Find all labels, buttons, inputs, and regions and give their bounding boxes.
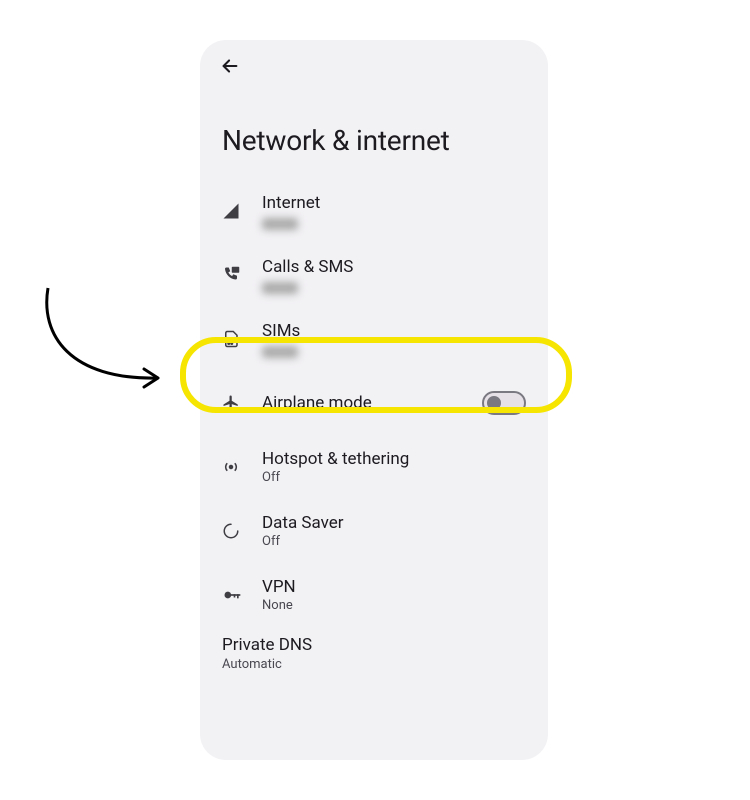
item-data-saver[interactable]: Data Saver Off [200,499,548,563]
item-airplane-label: Airplane mode [262,393,482,413]
item-data-saver-sub: Off [262,534,526,549]
item-sims-label: SIMs [262,321,526,341]
item-hotspot[interactable]: Hotspot & tethering Off [200,435,548,499]
item-calls-sms-sub [262,282,298,294]
item-internet[interactable]: Internet [200,179,548,243]
item-hotspot-sub: Off [262,470,526,485]
back-arrow-icon [219,55,241,77]
top-app-bar [200,40,548,92]
item-internet-sub [262,218,298,230]
item-private-dns-sub: Automatic [222,657,282,672]
item-airplane[interactable]: Airplane mode [200,371,548,435]
data-saver-icon [222,522,262,540]
back-button[interactable] [212,48,248,84]
item-hotspot-label: Hotspot & tethering [262,449,526,469]
item-sims[interactable]: SIMs [200,307,548,371]
item-data-saver-label: Data Saver [262,513,526,533]
item-internet-label: Internet [262,193,526,213]
item-private-dns-label: Private DNS [222,635,312,655]
vpn-key-icon [222,585,262,605]
item-calls-sms[interactable]: Calls & SMS [200,243,548,307]
item-vpn-sub: None [262,598,526,613]
item-vpn-label: VPN [262,577,526,597]
page-title: Network & internet [200,92,548,179]
calls-sms-icon [222,266,262,284]
hotspot-icon [222,458,262,476]
pointer-arrow [30,280,200,410]
item-vpn[interactable]: VPN None [200,563,548,627]
airplane-toggle[interactable] [482,391,526,415]
item-private-dns[interactable]: Private DNS Automatic [200,627,548,691]
item-calls-sms-label: Calls & SMS [262,257,526,277]
airplane-icon [222,394,262,412]
settings-screen: Network & internet Internet Calls & SMS [200,40,548,760]
sim-card-icon [222,330,262,348]
signal-icon [222,202,262,220]
item-sims-sub [262,346,298,358]
